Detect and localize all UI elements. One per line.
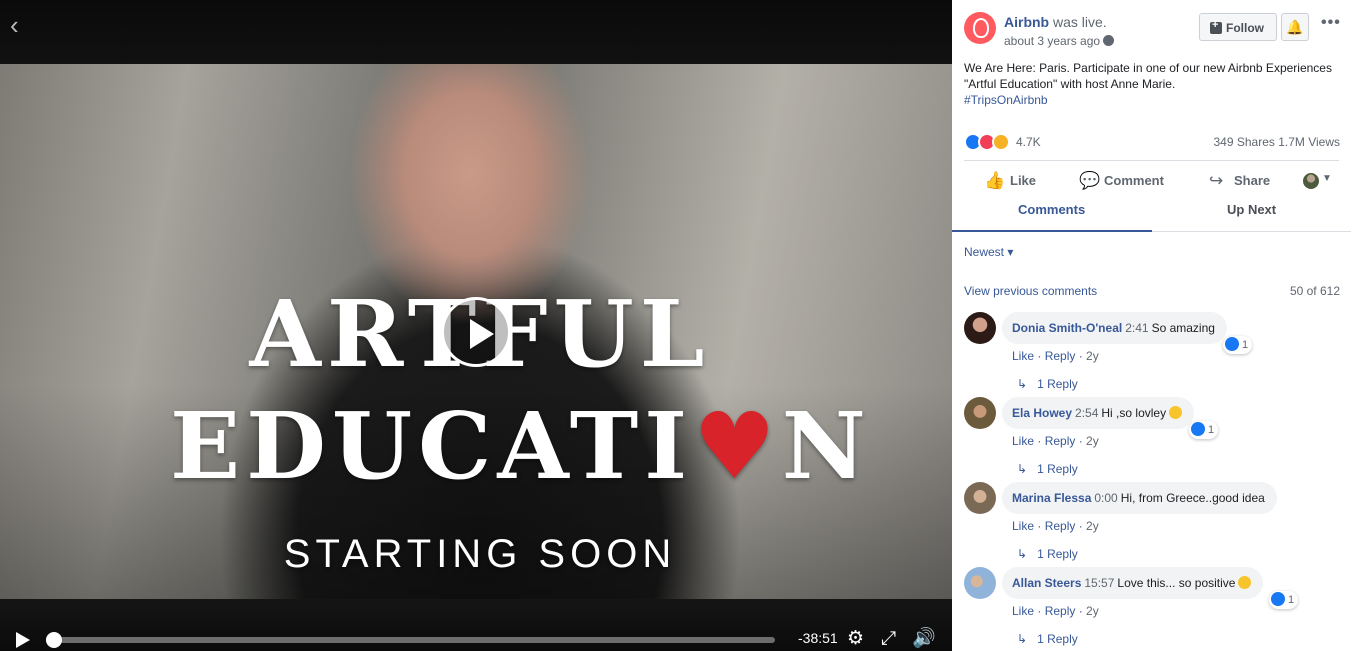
avatar[interactable] [964,567,996,599]
share-button[interactable]: Share [1234,173,1270,188]
comment-like-badge[interactable]: 1 [1223,336,1253,354]
reply-arrow-icon: ↳ [1017,632,1028,646]
avatar[interactable] [964,482,996,514]
commenter-name[interactable]: Donia Smith-O'neal [1012,321,1122,335]
comment-actions: Like · Reply · 2y [1012,434,1099,448]
view-previous-comments-link[interactable]: View previous comments [964,284,1097,298]
comment-reply-link[interactable]: Reply [1045,604,1076,618]
comment-like-link[interactable]: Like [1012,349,1034,363]
notifications-bell-button[interactable]: 🔔 [1281,13,1309,41]
avatar[interactable] [964,397,996,429]
progress-bar[interactable] [46,632,775,648]
fullscreen-icon[interactable]: ⤢ [881,629,896,649]
bell-icon: 🔔 [1286,19,1304,35]
comment-actions: Like · Reply · 2y [1012,604,1099,618]
post-time: about 3 years ago [1004,34,1115,48]
comment-text: Love this... so positive [1117,576,1236,590]
view-replies-link[interactable]: ↳ 1 Reply [1017,547,1078,561]
comment-text: Hi ,so lovley [1101,406,1167,420]
like-reaction-icon [1225,337,1239,351]
settings-gear-icon[interactable]: ⚙ [847,629,864,649]
hashtag-link[interactable]: #TripsOnAirbnb [964,92,1334,108]
reply-arrow-icon: ↳ [1017,462,1028,476]
page-name-link[interactable]: Airbnb [1004,14,1049,30]
sort-dropdown[interactable]: Newest ▾ [964,245,1013,259]
clapping-hands-emoji-icon [1169,406,1183,419]
tab-divider [1152,231,1351,232]
comment-actions: Like · Reply · 2y [1012,349,1099,363]
reply-arrow-icon: ↳ [1017,377,1028,391]
thumbs-up-icon: 👍 [984,171,1006,190]
shares-views[interactable]: 349 Shares 1.7M Views [1213,135,1340,149]
post-panel: Airbnb was live. about 3 years ago Follo… [952,0,1351,651]
view-replies-link[interactable]: ↳ 1 Reply [1017,462,1078,476]
comment-timestamp[interactable]: 0:00 [1094,491,1117,505]
time-remaining: -38:51 [798,630,838,646]
comment-age: 2y [1086,519,1099,533]
commenter-name[interactable]: Allan Steers [1012,576,1081,590]
comment-like-badge[interactable]: 1 [1189,421,1219,439]
like-reaction-icon [1191,422,1205,436]
comment-like-link[interactable]: Like [1012,604,1034,618]
comment-button[interactable]: Comment [1104,173,1164,188]
follow-icon [1210,19,1222,34]
live-status: was live. [1053,14,1107,30]
globe-icon [1103,35,1115,46]
share-icon: ↪ [1209,171,1224,190]
viewer-avatar[interactable] [1303,173,1319,189]
video-top-bar [0,0,952,64]
commenter-name[interactable]: Ela Howey [1012,406,1072,420]
comment-icon: 💬 [1079,171,1101,190]
more-options-icon[interactable]: ••• [1321,14,1341,32]
comment-bubble: Donia Smith-O'neal 2:41 So amazing [1002,312,1227,344]
like-reaction-icon [1271,592,1285,606]
comment-like-link[interactable]: Like [1012,519,1034,533]
post-text: We Are Here: Paris. Participate in one o… [964,60,1334,108]
view-replies-link[interactable]: ↳ 1 Reply [1017,377,1078,391]
commenter-name[interactable]: Marina Flessa [1012,491,1091,505]
comment-actions: Like · Reply · 2y [1012,519,1099,533]
wow-reaction-icon [992,133,1010,151]
heart-icon: ♥ [693,392,782,500]
comment-reply-link[interactable]: Reply [1045,434,1076,448]
caret-down-icon[interactable]: ▼ [1322,173,1332,184]
view-replies-link[interactable]: ↳ 1 Reply [1017,632,1078,646]
overlay-subtitle: STARTING SOON [283,532,677,576]
page-avatar[interactable] [964,12,996,44]
divider [964,160,1339,161]
reply-arrow-icon: ↳ [1017,547,1028,561]
comment-age: 2y [1086,604,1099,618]
big-play-button[interactable] [441,297,511,367]
comment-timestamp[interactable]: 2:41 [1125,321,1148,335]
comment-reply-link[interactable]: Reply [1045,349,1076,363]
reaction-count[interactable]: 4.7K [1016,135,1041,149]
comment-timestamp[interactable]: 2:54 [1075,406,1098,420]
follow-button[interactable]: Follow [1199,13,1277,41]
comment-bubble: Allan Steers 15:57 Love this... so positiv… [1002,567,1264,599]
comment-bubble: Ela Howey 2:54 Hi ,so lovley [1002,397,1195,429]
comment-timestamp[interactable]: 15:57 [1084,576,1114,590]
comment-age: 2y [1086,349,1099,363]
like-button[interactable]: Like [1010,173,1036,188]
back-chevron-icon[interactable]: ‹ [10,12,19,38]
comment-like-link[interactable]: Like [1012,434,1034,448]
progress-knob[interactable] [46,632,62,648]
comment-age: 2y [1086,434,1099,448]
overlay-title-line2: EDUCATI♥N [170,392,872,500]
comment-bubble: Marina Flessa 0:00 Hi, from Greece..good i… [1002,482,1277,514]
smiley-emoji-icon [1238,576,1252,589]
volume-icon[interactable]: 🔊 [912,629,936,649]
tab-comments[interactable]: Comments [1018,202,1085,217]
comment-text: Hi, from Greece..good idea [1120,491,1265,505]
comment-reply-link[interactable]: Reply [1045,519,1076,533]
active-tab-indicator [952,230,1152,232]
play-icon[interactable] [16,632,30,648]
avatar[interactable] [964,312,996,344]
comment-like-badge[interactable]: 1 [1269,591,1299,609]
tab-up-next[interactable]: Up Next [1227,202,1276,217]
comment-count: 50 of 612 [1289,284,1340,298]
comment-text: So amazing [1151,321,1215,335]
video-player[interactable]: ‹ ARTFUL EDUCATI♥N STARTING SOON -38:51 … [0,0,952,651]
